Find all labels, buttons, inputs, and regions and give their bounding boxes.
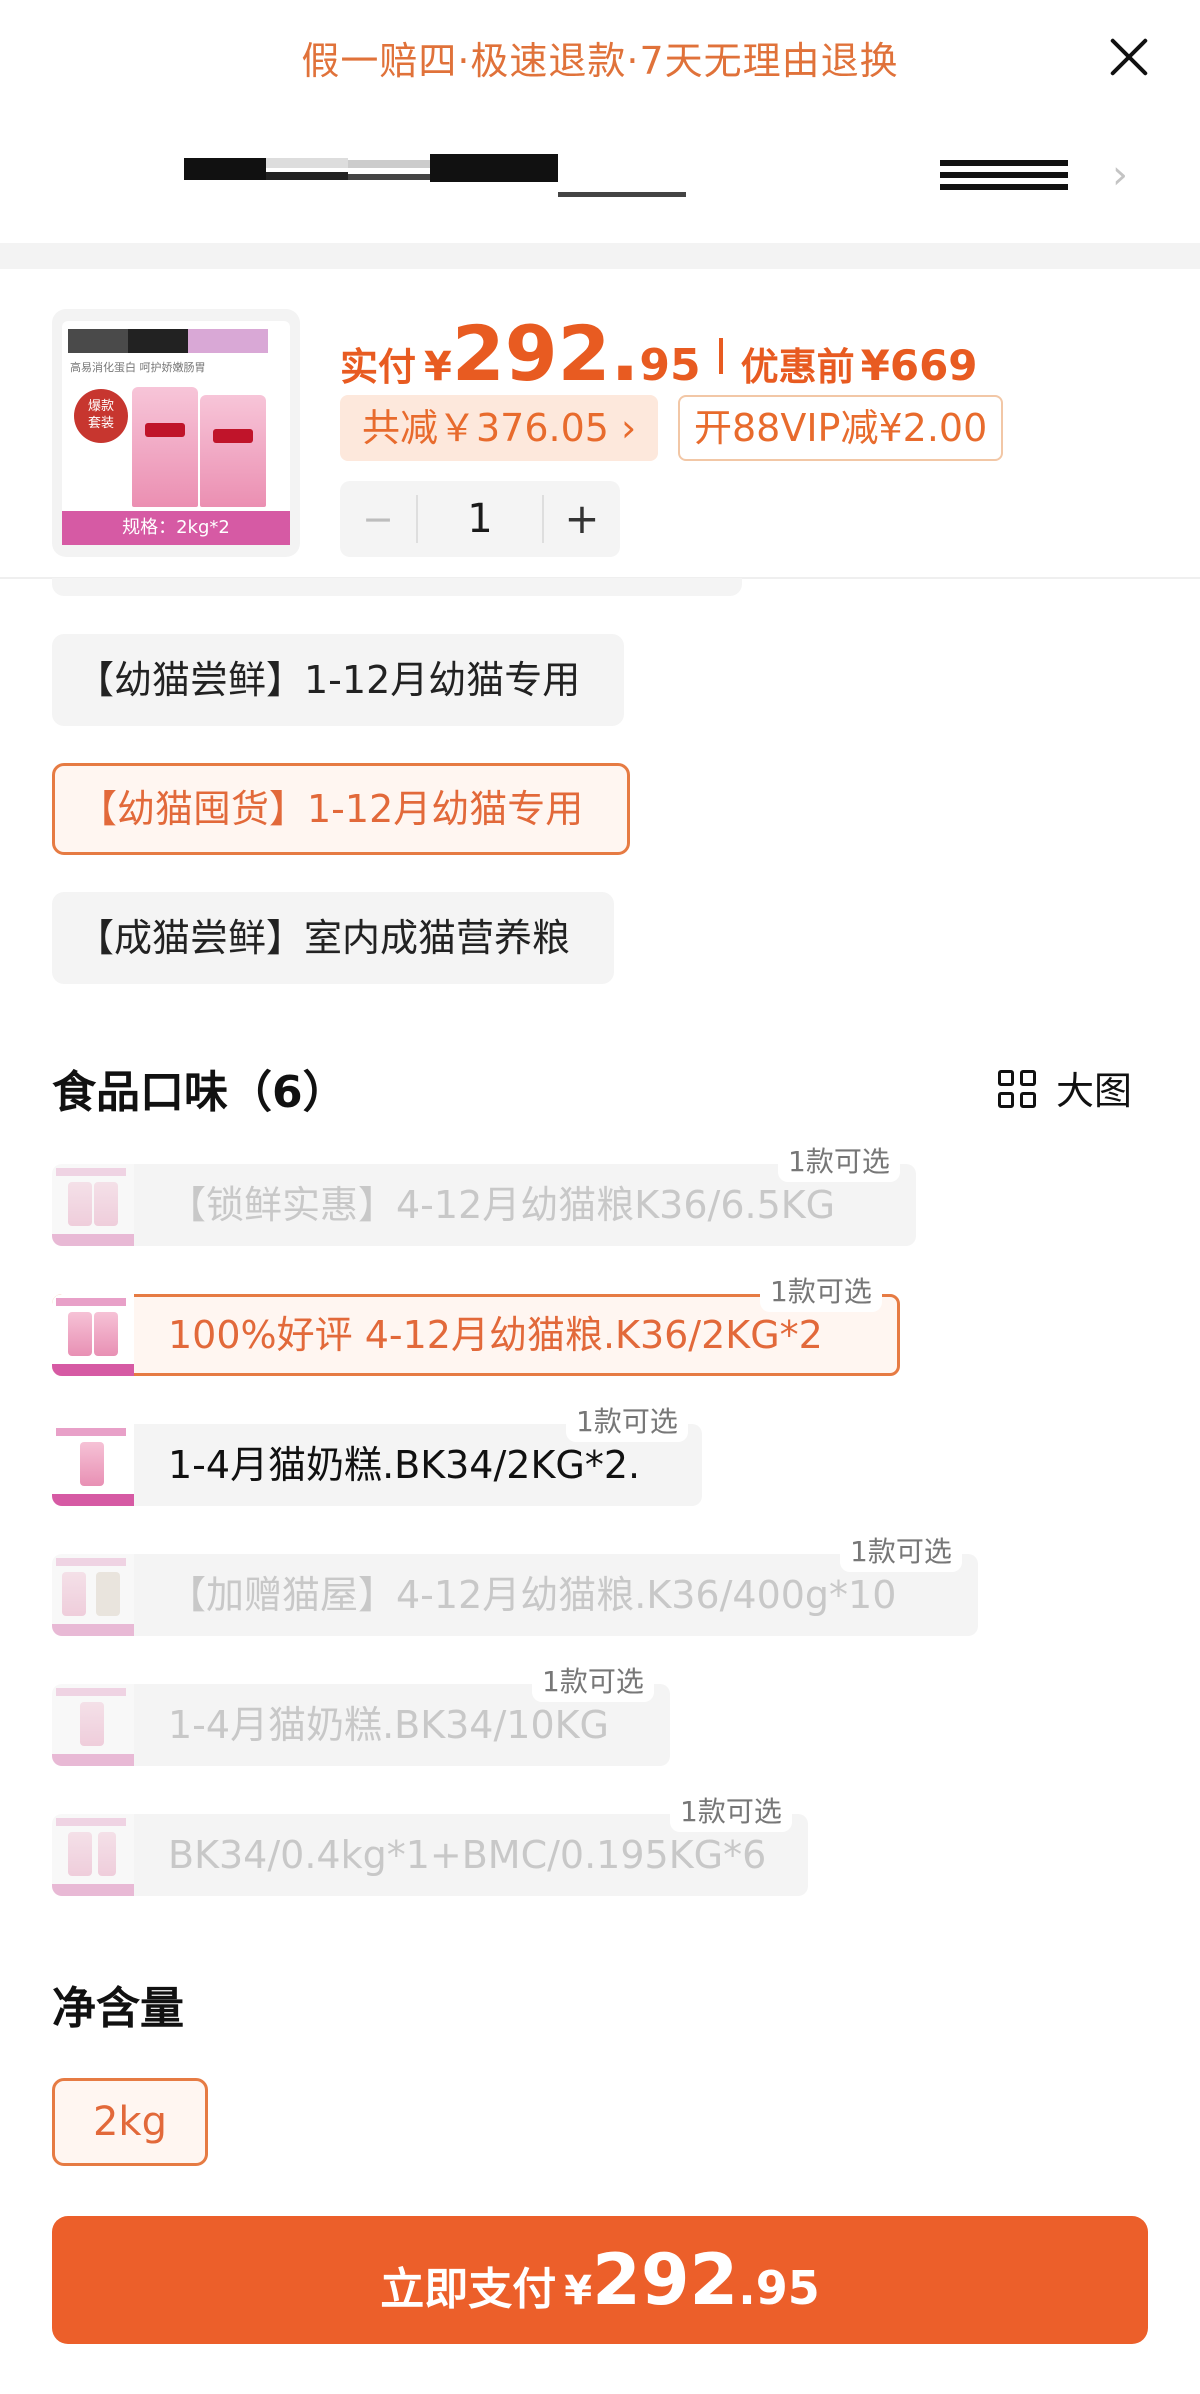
price-line: 实付 ¥292.95 优惠前 ¥669 (340, 309, 978, 398)
pay-price-decimal: .95 (738, 2261, 820, 2315)
redacted-tab[interactable] (558, 192, 686, 197)
pay-now-button[interactable]: 立即支付 ¥292.95 (52, 2216, 1148, 2344)
redacted-tab[interactable] (940, 172, 1068, 178)
flavor-thumbnail (52, 1814, 134, 1896)
vip-discount-chip[interactable]: 开88VIP减¥2.00 (678, 395, 1004, 461)
quantity-value[interactable]: 1 (416, 495, 544, 543)
flavor-thumbnail (52, 1554, 134, 1636)
currency-symbol: ¥ (424, 344, 452, 390)
variant-option-kitten-stock[interactable]: 【幼猫囤货】1-12月幼猫专用 (52, 763, 631, 855)
redacted-brand-bar (68, 329, 268, 353)
pay-price-integer: 292 (592, 2239, 739, 2321)
big-view-toggle[interactable]: 大图 (998, 1060, 1132, 1115)
increase-button[interactable]: + (544, 481, 620, 557)
quantity-stepper: − 1 + (340, 481, 620, 557)
food-bag-image (200, 395, 266, 507)
availability-badge: 1款可选 (566, 1402, 688, 1442)
sku-tab-strip[interactable] (52, 150, 1112, 200)
pay-currency: ¥ (564, 2268, 593, 2314)
net-content-title: 净含量 (52, 1983, 184, 2034)
redacted-tab[interactable] (430, 154, 558, 182)
flavor-label: 100%好评 4-12月幼猫粮.K36/2KG*2 (168, 1313, 823, 1357)
flavor-thumbnail (52, 1164, 134, 1246)
flavor-thumbnail (52, 1294, 134, 1376)
availability-badge: 1款可选 (840, 1532, 962, 1572)
availability-badge: 1款可选 (670, 1792, 792, 1832)
redacted-tab[interactable] (940, 184, 1068, 190)
section-divider (0, 243, 1200, 269)
option-cutoff-edge (52, 578, 742, 596)
availability-badge: 1款可选 (532, 1662, 654, 1702)
availability-badge: 1款可选 (760, 1272, 882, 1312)
price-decimal: 95 (639, 340, 701, 391)
product-image: 高易消化蛋白 呵护娇嫩肠胃 爆款 套装 规格：2kg*2 (62, 321, 290, 545)
big-view-label: 大图 (1056, 1069, 1133, 1113)
product-thumbnail[interactable]: 高易消化蛋白 呵护娇嫩肠胃 爆款 套装 规格：2kg*2 (52, 309, 300, 557)
hot-badge-icon: 爆款 套装 (74, 389, 128, 443)
variant-option-kitten-trial[interactable]: 【幼猫尝鲜】1-12月幼猫专用 (52, 634, 625, 726)
close-icon[interactable] (1100, 28, 1158, 86)
decrease-button[interactable]: − (340, 481, 416, 557)
flavor-section-title: 食品口味（6） (52, 1067, 347, 1118)
thumbnail-caption: 高易消化蛋白 呵护娇嫩肠胃 (70, 361, 206, 374)
guarantee-banner: 假一赔四·极速退款·7天无理由退换 (301, 39, 899, 83)
pay-button-label: 立即支付 (380, 2264, 557, 2315)
redacted-tab[interactable] (348, 174, 430, 180)
flavor-label: 【加赠猫屋】4-12月幼猫粮.K36/400g*10 (168, 1573, 897, 1617)
redacted-tab[interactable] (940, 160, 1068, 166)
flavor-thumbnail (52, 1424, 134, 1506)
redacted-tab[interactable] (266, 172, 348, 180)
flavor-thumbnail (52, 1684, 134, 1766)
price-integer: 292. (451, 309, 640, 398)
thumbnail-spec-tag: 规格：2kg*2 (62, 511, 290, 545)
availability-badge: 1款可选 (778, 1142, 900, 1182)
total-discount-chip[interactable]: 共减￥376.05 › (340, 395, 659, 461)
original-price-label: 优惠前 (740, 345, 855, 389)
redacted-tab[interactable] (184, 158, 266, 180)
food-bag-image (132, 387, 198, 507)
grid-icon (998, 1070, 1038, 1110)
variant-option-adult-trial[interactable]: 【成猫尝鲜】室内成猫营养粮 (52, 892, 615, 984)
size-option-2kg[interactable]: 2kg (52, 2078, 208, 2166)
flavor-option[interactable]: 【加赠猫屋】4-12月幼猫粮.K36/400g*10 (52, 1554, 978, 1636)
flavor-label: 【锁鲜实惠】4-12月幼猫粮K36/6.5KG (168, 1183, 836, 1227)
paid-label: 实付 (340, 345, 417, 389)
redacted-tab[interactable] (266, 158, 348, 168)
product-summary: 高易消化蛋白 呵护娇嫩肠胃 爆款 套装 规格：2kg*2 实付 ¥292.95 优惠前… (0, 269, 1200, 579)
redacted-tab[interactable] (348, 160, 430, 168)
chevron-right-icon[interactable]: › (1112, 155, 1128, 195)
original-price: ¥669 (860, 341, 978, 390)
price-separator (718, 338, 723, 374)
